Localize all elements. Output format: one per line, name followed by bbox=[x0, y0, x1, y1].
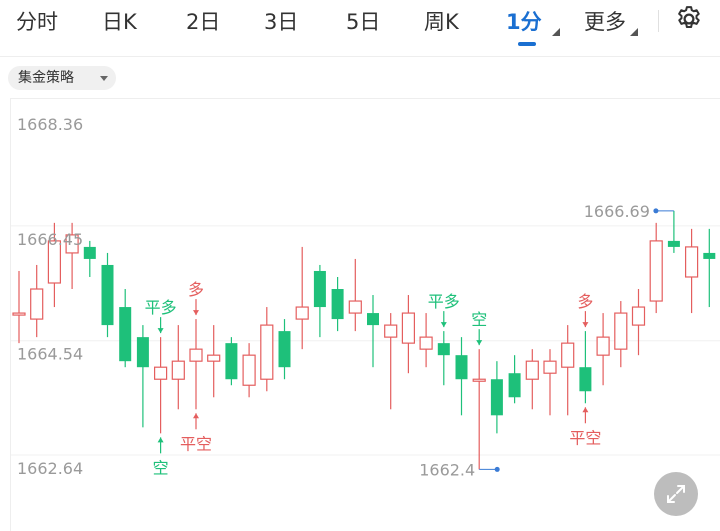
signal-arrowhead bbox=[440, 322, 447, 328]
corner-triangle-icon bbox=[552, 28, 560, 36]
timeframe-tabs: 分时 日K 2日 3日 5日 周K 1分 更多 bbox=[0, 0, 720, 52]
candle-body bbox=[331, 289, 344, 320]
signal-label: 平多 bbox=[428, 292, 460, 311]
candle-body bbox=[278, 331, 291, 368]
settings-gear-icon[interactable] bbox=[674, 4, 704, 34]
strategy-label: 集金策略 bbox=[18, 70, 74, 86]
candle-body bbox=[703, 252, 716, 259]
tab-1min-label: 1分 bbox=[506, 10, 542, 34]
candle-body bbox=[472, 378, 486, 382]
candle-body bbox=[508, 373, 521, 398]
min-marker-dot bbox=[494, 466, 500, 472]
candle-body bbox=[154, 366, 168, 380]
candle-body bbox=[684, 246, 699, 278]
candle-body bbox=[631, 306, 646, 326]
signal-arrowhead bbox=[193, 413, 199, 419]
candle-body bbox=[596, 336, 610, 356]
candle-body bbox=[384, 324, 398, 338]
tab-separator bbox=[658, 10, 659, 32]
candle-body bbox=[207, 354, 221, 362]
candlestick-chart[interactable]: 平多空多平空 平多空多平空 1668.36 1666.45 1664.54 1662.6… bbox=[10, 98, 720, 531]
tab-weekly-k[interactable]: 周K bbox=[424, 6, 459, 36]
candle-body bbox=[455, 355, 468, 380]
candle-body bbox=[295, 306, 309, 320]
signal-arrowhead bbox=[582, 322, 589, 328]
signal-arrowhead bbox=[157, 437, 164, 443]
signal-arrowhead bbox=[582, 407, 589, 413]
candle-body bbox=[614, 312, 628, 350]
header-divider bbox=[0, 56, 720, 57]
candle-body bbox=[437, 343, 450, 356]
signal-label: 空 bbox=[153, 458, 169, 477]
candle-body bbox=[667, 240, 680, 247]
candle-body bbox=[83, 246, 96, 259]
signal-label: 多 bbox=[577, 292, 593, 311]
tab-more-label: 更多 bbox=[584, 10, 626, 34]
candle-body bbox=[490, 379, 503, 416]
signal-arrowhead bbox=[157, 328, 164, 334]
dropdown-caret-icon bbox=[100, 76, 108, 81]
candle-body bbox=[171, 360, 185, 380]
candle-body bbox=[649, 240, 663, 302]
y-axis-label: 1668.36 bbox=[17, 115, 83, 134]
tab-intraday[interactable]: 分时 bbox=[16, 6, 58, 36]
signal-label: 多 bbox=[188, 280, 204, 299]
candle-body bbox=[242, 354, 256, 386]
candle-body bbox=[579, 367, 592, 392]
max-marker-dot bbox=[653, 208, 659, 214]
chart-canvas: 平多空多平空平多空多平空 1668.361666.451664.541662.6… bbox=[11, 115, 720, 479]
signal-label: 空 bbox=[471, 310, 487, 329]
tab-1min[interactable]: 1分 bbox=[506, 6, 560, 36]
tab-daily-k[interactable]: 日K bbox=[102, 6, 137, 36]
candle-body bbox=[260, 324, 274, 380]
candle-body bbox=[543, 360, 557, 374]
tab-3day[interactable]: 3日 bbox=[264, 6, 298, 36]
candle-body bbox=[225, 343, 238, 380]
signal-arrowhead bbox=[193, 310, 199, 316]
expand-button[interactable] bbox=[654, 472, 698, 516]
tab-2day[interactable]: 2日 bbox=[186, 6, 220, 36]
max-value-label: 1666.69 bbox=[584, 202, 650, 221]
signal-label: 平多 bbox=[145, 298, 177, 317]
candle-body bbox=[348, 300, 362, 314]
expand-icon bbox=[667, 485, 685, 503]
tab-more[interactable]: 更多 bbox=[584, 6, 638, 36]
candle-body bbox=[189, 348, 203, 362]
tab-5day[interactable]: 5日 bbox=[346, 6, 380, 36]
candle-body bbox=[561, 342, 575, 368]
y-axis-label: 1662.64 bbox=[17, 459, 83, 478]
candle-body bbox=[136, 337, 149, 368]
candle-body bbox=[367, 313, 379, 326]
y-axis-label: 1666.45 bbox=[17, 230, 83, 249]
candle-body bbox=[101, 264, 114, 326]
candle-body bbox=[401, 312, 415, 344]
candle-body bbox=[419, 336, 433, 350]
corner-triangle-icon bbox=[630, 28, 638, 36]
candle-body bbox=[12, 312, 26, 316]
signal-arrowhead bbox=[476, 340, 483, 346]
y-axis-label: 1664.54 bbox=[17, 345, 83, 364]
candle-body bbox=[119, 307, 132, 362]
candle-body bbox=[525, 360, 539, 380]
active-tab-indicator bbox=[518, 42, 536, 46]
min-value-label: 1662.4 bbox=[419, 460, 475, 479]
strategy-dropdown[interactable]: 集金策略 bbox=[8, 66, 116, 90]
signal-label: 平空 bbox=[180, 434, 212, 453]
candle-body bbox=[30, 288, 44, 320]
candle-body bbox=[313, 270, 326, 308]
signal-label: 平空 bbox=[569, 428, 601, 447]
